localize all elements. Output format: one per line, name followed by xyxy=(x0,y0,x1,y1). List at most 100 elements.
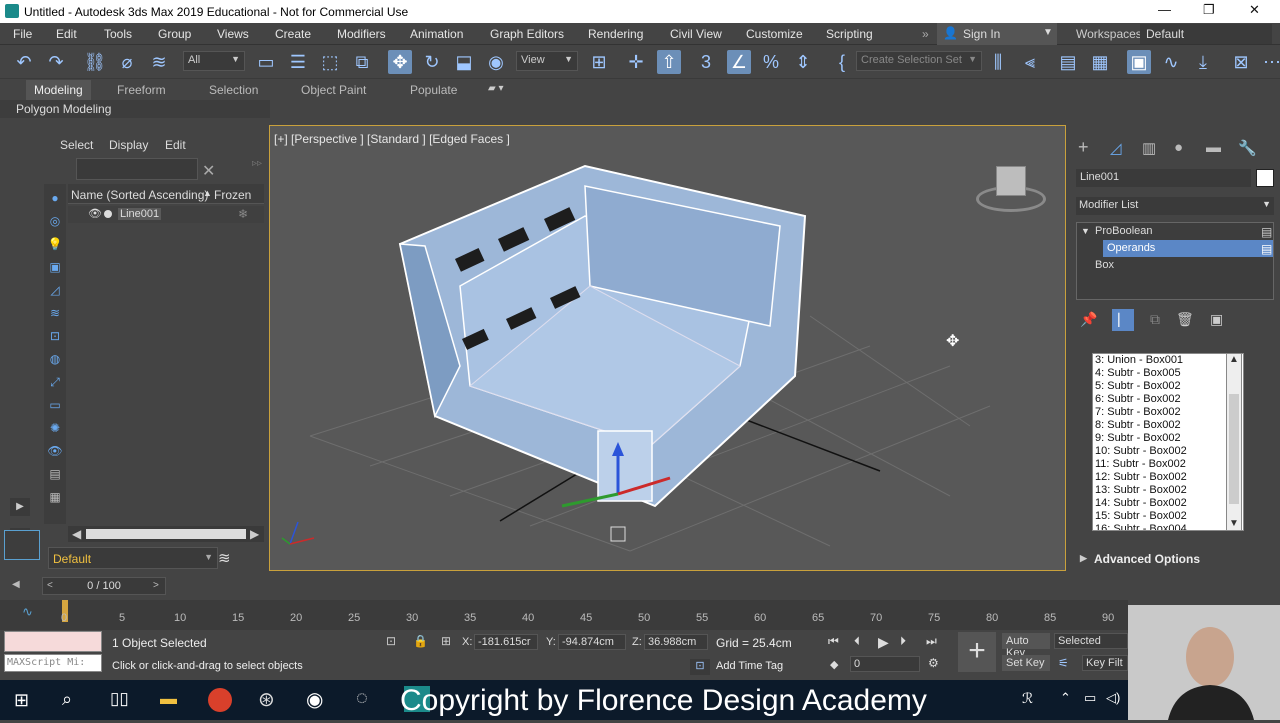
go-to-end-icon[interactable]: ⏭ xyxy=(926,634,937,649)
window-crossing-icon[interactable]: ⧉ xyxy=(350,50,374,74)
scene-explorer-toggle-icon[interactable]: ▤ xyxy=(1056,50,1080,74)
menu-overflow-icon[interactable]: » xyxy=(922,27,929,41)
remove-modifier-icon[interactable]: 🗑 xyxy=(1176,311,1194,328)
tab-freeform[interactable]: Freeform xyxy=(117,83,166,97)
col-frozen[interactable]: Frozen xyxy=(214,188,251,202)
scale-icon[interactable]: ⬓ xyxy=(452,50,476,74)
link-icon[interactable]: ⛓ xyxy=(83,50,107,74)
schematic-view-icon[interactable]: ⤓ xyxy=(1191,50,1215,74)
app-icon[interactable]: ◉ xyxy=(306,687,323,712)
scroll-thumb[interactable] xyxy=(86,529,246,539)
workspaces-select[interactable]: Default xyxy=(1140,24,1272,44)
scroll-thumb[interactable] xyxy=(1229,394,1239,504)
list-item[interactable]: 8: Subtr - Box002 xyxy=(1093,419,1243,432)
selection-filter[interactable]: All ▼ xyxy=(183,51,245,71)
tab-populate[interactable]: Populate xyxy=(410,83,457,97)
z-coordinate-field[interactable]: 36.988cm xyxy=(644,634,708,650)
se-menu-select[interactable]: Select xyxy=(60,138,93,152)
modify-tab-icon[interactable]: ◿ xyxy=(1110,139,1122,157)
key-mode-toggle-icon[interactable]: ◆ xyxy=(830,658,838,671)
list-item[interactable]: 12: Subtr - Box002 xyxy=(1093,471,1243,484)
perspective-viewport[interactable]: [+] [Perspective ] [Standard ] [Edged Fa… xyxy=(269,125,1066,571)
layer-stack-icon[interactable]: ≋ xyxy=(218,549,231,567)
next-frame-icon[interactable]: ⏵ xyxy=(900,634,906,649)
close-icon[interactable]: ✕ xyxy=(202,161,215,181)
list-item[interactable]: 4: Subtr - Box005 xyxy=(1093,367,1243,380)
scroll-up-icon[interactable]: ▲ xyxy=(1229,354,1239,365)
edit-named-selection-icon[interactable]: { xyxy=(830,50,854,74)
se-horizontal-scrollbar[interactable]: ◀ ▶ xyxy=(68,526,264,542)
stack-item-operands[interactable]: Operands xyxy=(1103,240,1273,257)
visibility-eye-icon[interactable]: 👁 xyxy=(88,207,102,220)
prev-frame-icon[interactable]: < xyxy=(47,580,53,591)
angle-snap-icon[interactable]: ∠ xyxy=(727,50,751,74)
selection-region-icon[interactable]: ⬚ xyxy=(318,50,342,74)
display-shapes-icon[interactable]: ◿ xyxy=(47,282,63,298)
menu-scripting[interactable]: Scripting xyxy=(826,27,873,41)
se-menu-display[interactable]: Display xyxy=(109,138,148,152)
create-tab-icon[interactable]: + xyxy=(1078,137,1089,158)
list-item[interactable]: 3: Union - Box001 xyxy=(1093,354,1243,367)
viewcube-box[interactable] xyxy=(996,166,1026,196)
display-spacewarps-icon[interactable]: ≋ xyxy=(47,305,63,321)
people-icon[interactable]: ℛ xyxy=(1022,690,1033,707)
display-lights-icon[interactable]: 💡 xyxy=(47,236,63,252)
tab-modeling[interactable]: Modeling xyxy=(26,80,91,100)
mirror-icon[interactable]: ⫼ xyxy=(986,50,1010,74)
list-item[interactable]: 16: Subtr - Box004 xyxy=(1093,523,1243,530)
maximize-icon[interactable]: ❐ xyxy=(1203,2,1215,18)
reference-coordinate-select[interactable]: View ▼ xyxy=(516,51,578,71)
snaps-toggle-icon[interactable]: 3 xyxy=(694,50,718,74)
col-name[interactable]: Name (Sorted Ascending) xyxy=(71,188,208,202)
list-item[interactable]: 15: Subtr - Box002 xyxy=(1093,510,1243,523)
scroll-down-icon[interactable]: ▼ xyxy=(1229,518,1239,529)
play-animation-icon[interactable]: ▶ xyxy=(878,634,889,651)
current-frame-field[interactable]: 0 xyxy=(850,656,920,672)
layer-explorer-icon[interactable]: ▦ xyxy=(1088,50,1112,74)
chevron-up-icon[interactable]: ⌃ xyxy=(1060,690,1071,706)
select-by-name-icon[interactable]: ☰ xyxy=(286,50,310,74)
expand-arrow-icon[interactable]: ▼ xyxy=(1081,226,1090,236)
display-tab-icon[interactable]: ▬ xyxy=(1206,139,1221,156)
undo-icon[interactable]: ↶ xyxy=(12,50,36,74)
align-icon[interactable]: ⫷ xyxy=(1018,50,1042,74)
table-row[interactable]: 👁 Line001 ❄ xyxy=(68,206,264,223)
display-bones-icon[interactable]: ⤢ xyxy=(47,374,63,390)
menu-rendering[interactable]: Rendering xyxy=(588,27,643,41)
display-all-icon[interactable]: ● xyxy=(47,190,63,206)
menu-group[interactable]: Group xyxy=(158,27,191,41)
set-keys-icon[interactable]: + xyxy=(958,632,996,672)
list-item[interactable]: 7: Subtr - Box002 xyxy=(1093,406,1243,419)
auto-key-button[interactable]: Auto Key xyxy=(1002,633,1050,659)
key-filters-button[interactable]: Key Filt xyxy=(1082,655,1128,671)
pivot-center-icon[interactable]: ⊞ xyxy=(587,50,611,74)
stack-item-proboolean[interactable]: ProBoolean xyxy=(1091,223,1273,240)
scroll-right-icon[interactable]: ▶ xyxy=(250,527,259,541)
curve-editor-icon[interactable]: ∿ xyxy=(1159,50,1183,74)
sign-in-button[interactable]: 👤 Sign In ▼ xyxy=(937,23,1057,45)
advanced-options-rollout[interactable]: ▶ Advanced Options xyxy=(1076,550,1274,568)
menu-edit[interactable]: Edit xyxy=(56,27,77,41)
select-object-icon[interactable]: ▭ xyxy=(254,50,278,74)
named-selection-set-select[interactable]: Create Selection Set ▼ xyxy=(856,51,982,71)
motion-tab-icon[interactable]: ● xyxy=(1174,139,1183,156)
tab-selection[interactable]: Selection xyxy=(209,83,258,97)
previous-frame-icon[interactable]: ⏴ xyxy=(854,634,860,649)
se-search-input[interactable] xyxy=(76,158,198,180)
close-icon[interactable]: ✕ xyxy=(1249,2,1260,18)
hierarchy-tab-icon[interactable]: ▥ xyxy=(1142,139,1156,157)
display-geometry-icon[interactable]: ◎ xyxy=(47,213,63,229)
place-icon[interactable]: ◉ xyxy=(484,50,508,74)
menu-modifiers[interactable]: Modifiers xyxy=(337,27,386,41)
selection-lock-icon[interactable]: 🔒 xyxy=(413,634,428,648)
time-slider-left-icon[interactable]: ◀ xyxy=(12,579,20,590)
curve-editor-mini-icon[interactable]: ∿ xyxy=(22,604,33,620)
utilities-tab-icon[interactable]: 🔧 xyxy=(1238,139,1257,157)
menu-customize[interactable]: Customize xyxy=(746,27,803,41)
scroll-left-icon[interactable]: ◀ xyxy=(72,527,81,541)
unlink-icon[interactable]: ⌀ xyxy=(115,50,139,74)
time-tag-icon[interactable]: ⊡ xyxy=(690,659,710,675)
list-item[interactable]: 10: Subtr - Box002 xyxy=(1093,445,1243,458)
windows-start-icon[interactable]: ⊞ xyxy=(14,690,29,711)
menu-civil-view[interactable]: Civil View xyxy=(670,27,722,41)
